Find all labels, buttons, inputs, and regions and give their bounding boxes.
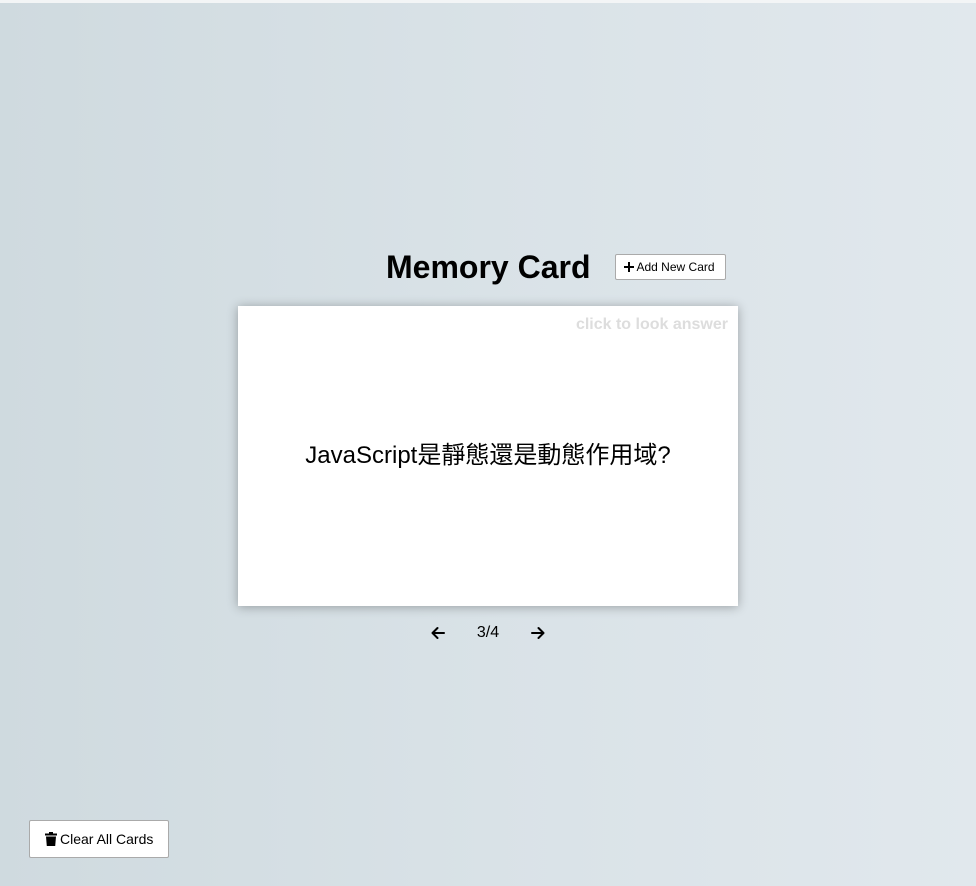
card-counter: 3/4 [476, 624, 500, 641]
header: Memory Card Add New Card [386, 247, 726, 287]
plus-icon [623, 262, 634, 272]
page-title: Memory Card [386, 249, 591, 285]
trash-icon [45, 832, 57, 846]
arrow-left-icon [431, 627, 445, 639]
next-card-button[interactable] [527, 622, 549, 644]
prev-card-button[interactable] [427, 622, 449, 644]
add-new-card-button[interactable]: Add New Card [614, 254, 726, 280]
clear-all-cards-label: Clear All Cards [60, 831, 154, 847]
card-hint: click to look answer [575, 316, 728, 333]
card-navigation: 3/4 [0, 622, 976, 644]
add-new-card-label: Add New Card [636, 260, 715, 274]
memory-card[interactable]: click to look answer JavaScript是靜態還是動態作用… [238, 306, 738, 606]
card-question: JavaScript是靜態還是動態作用域? [305, 442, 671, 469]
arrow-right-icon [531, 627, 545, 639]
clear-all-cards-button[interactable]: Clear All Cards [29, 820, 170, 858]
